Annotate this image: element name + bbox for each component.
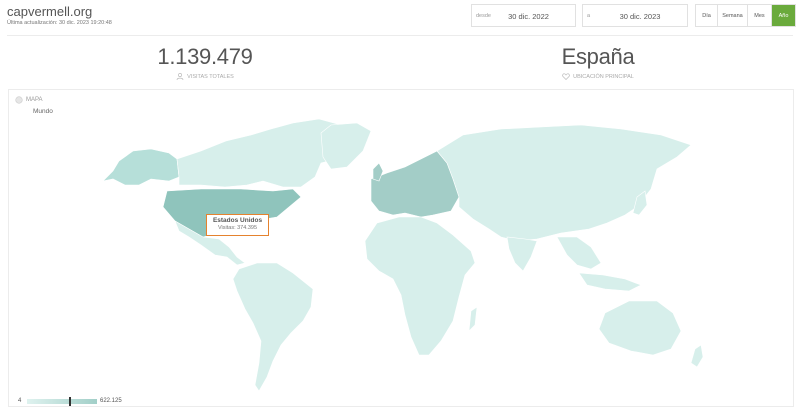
tooltip-country: Estados Unidos: [212, 217, 263, 224]
users-icon: [176, 73, 184, 80]
heart-icon: [562, 73, 570, 80]
country-india: [506, 236, 538, 272]
total-visits-value: 1.139.479: [157, 44, 253, 69]
main-location-value: España: [561, 44, 635, 69]
world-map[interactable]: [9, 90, 795, 408]
country-new-zealand: [690, 344, 704, 368]
period-week-button[interactable]: Semana: [718, 5, 748, 26]
total-visits-stat: 1.139.479 Visitas totales: [105, 44, 305, 80]
site-title: capvermell.org: [7, 4, 93, 19]
country-australia: [598, 300, 682, 356]
tooltip-visits: Visitas: 374.395: [217, 225, 258, 231]
region-indonesia: [578, 272, 642, 292]
region-southeast-asia: [556, 236, 602, 270]
map-panel: MAPA Mundo: [8, 89, 794, 407]
total-visits-label: Visitas totales: [187, 73, 234, 80]
header-divider: [7, 35, 793, 36]
period-day-button[interactable]: Día: [696, 5, 718, 26]
main-location-caption: Ubicación principal: [498, 73, 698, 80]
region-asia: [436, 124, 692, 242]
date-from-value: 30 dic. 2022: [508, 12, 549, 21]
period-selector: Día Semana Mes Año: [695, 4, 796, 27]
map-header-label: MAPA: [26, 97, 43, 103]
globe-icon: [15, 96, 23, 104]
region-africa: [364, 216, 476, 356]
main-location-stat: España Ubicación principal: [498, 44, 698, 80]
map-header: MAPA: [15, 96, 43, 104]
period-month-button[interactable]: Mes: [748, 5, 772, 26]
country-alaska: [102, 148, 180, 186]
legend-color-scale: [27, 399, 97, 404]
period-year-button[interactable]: Año: [772, 5, 795, 26]
last-update-text: Última actualización: 30 dic. 2023 19:20…: [7, 20, 112, 26]
legend-min-value: 4: [18, 398, 22, 404]
map-region-label: Mundo: [33, 108, 53, 115]
main-location-label: Ubicación principal: [573, 73, 634, 80]
legend-max-value: 622.125: [100, 398, 122, 404]
country-greenland: [320, 122, 372, 170]
map-tooltip: Estados Unidos Visitas: 374.395: [206, 214, 269, 236]
legend-marker: [69, 397, 71, 406]
date-from-field[interactable]: desde 30 dic. 2022: [471, 4, 576, 27]
date-to-field[interactable]: a 30 dic. 2023: [582, 4, 688, 27]
total-visits-caption: Visitas totales: [105, 73, 305, 80]
country-south-america: [232, 262, 314, 392]
date-to-value: 30 dic. 2023: [619, 12, 661, 21]
country-madagascar: [468, 306, 478, 332]
